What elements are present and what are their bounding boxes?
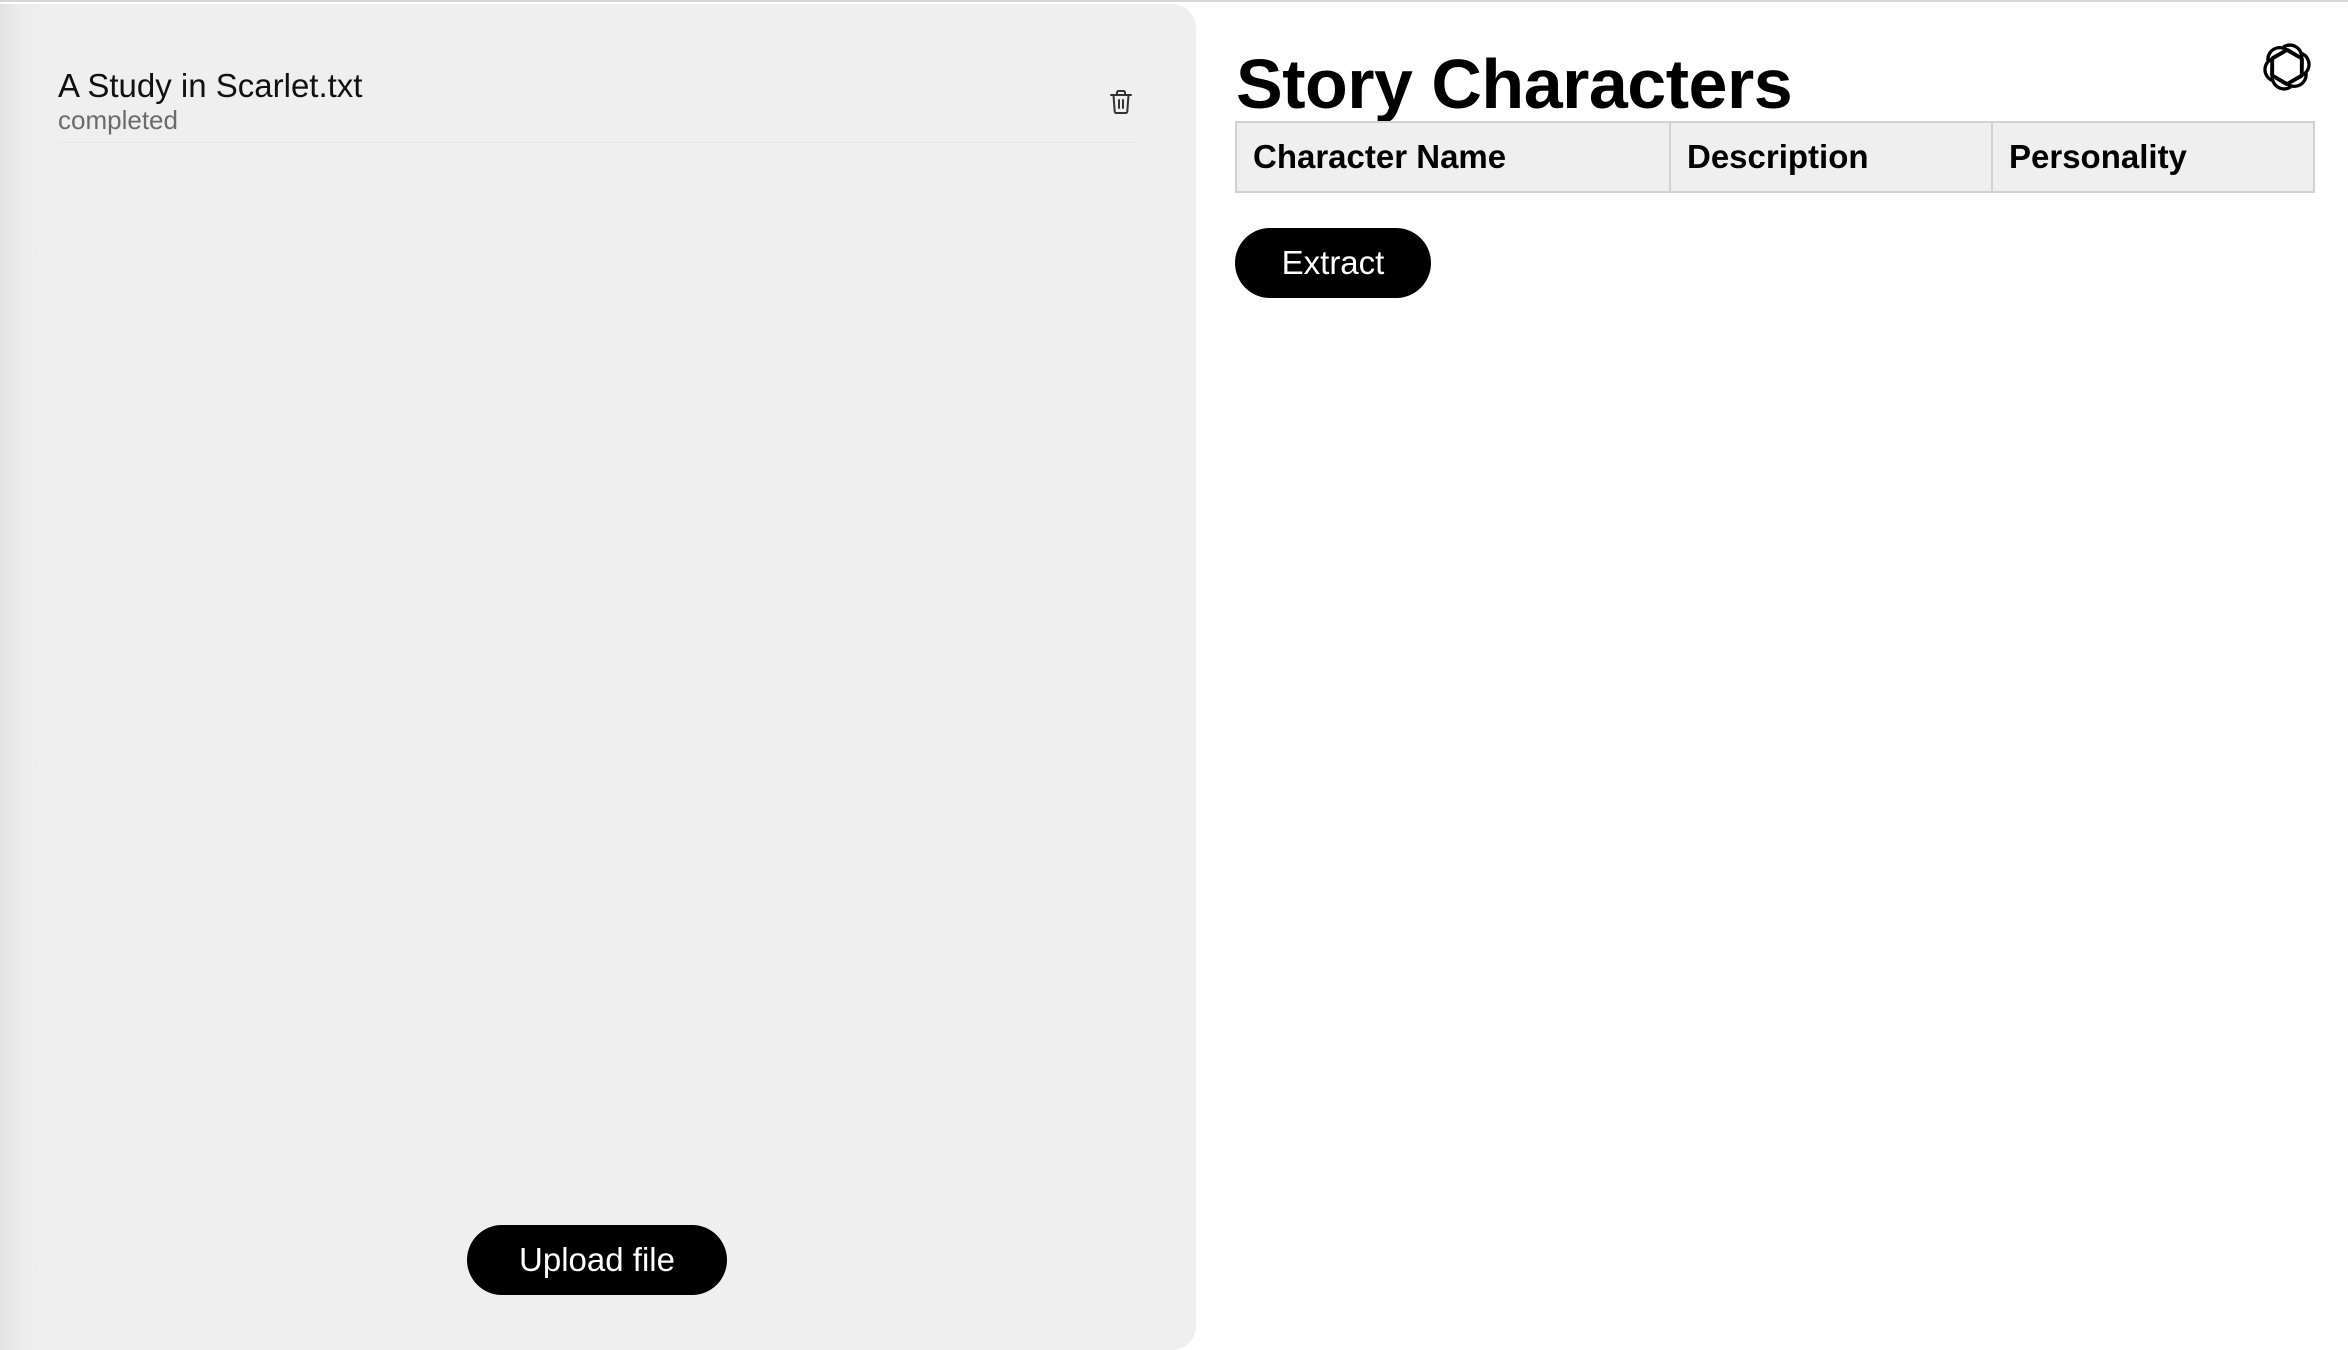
column-header-character-name: Character Name [1235,121,1671,193]
characters-table: Character Name Description Personality [1235,121,2315,193]
file-name: A Study in Scarlet.txt [58,67,363,104]
file-sidebar: A Study in Scarlet.txt completed Upload … [0,4,1196,1350]
column-header-description: Description [1669,121,1993,193]
page-title: Story Characters [1236,45,1793,123]
column-header-personality: Personality [1991,121,2315,193]
delete-file-button[interactable] [1104,84,1138,120]
extract-button[interactable]: Extract [1235,228,1431,298]
openai-logo-icon [2254,34,2320,100]
table-header-row: Character Name Description Personality [1235,121,2315,193]
file-status: completed [58,105,178,135]
upload-file-button[interactable]: Upload file [467,1225,727,1295]
file-list-item[interactable]: A Study in Scarlet.txt completed [58,62,1138,143]
trash-icon [1110,90,1132,114]
app-window: A Study in Scarlet.txt completed Upload … [0,0,2348,1350]
